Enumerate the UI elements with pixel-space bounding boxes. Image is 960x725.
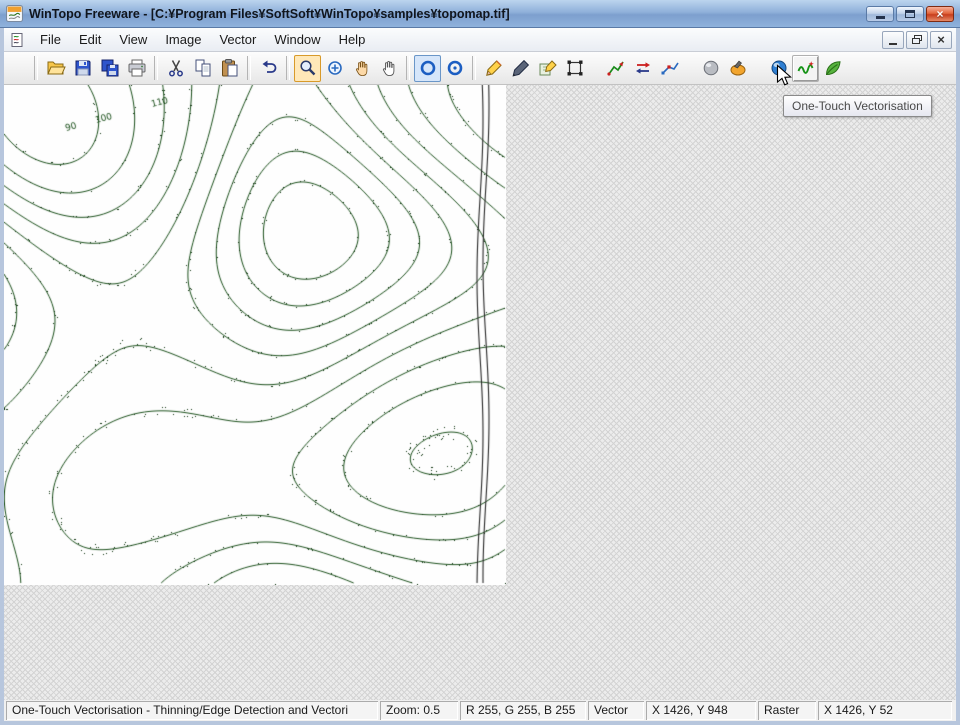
vector-join-button[interactable]: [602, 55, 629, 82]
mdi-restore-button[interactable]: [906, 31, 928, 49]
select-region-icon: [565, 58, 585, 78]
grab-tool-button[interactable]: [375, 55, 402, 82]
vector-node-button[interactable]: [656, 55, 683, 82]
document-icon: [10, 32, 26, 48]
paste-button[interactable]: [216, 55, 243, 82]
toolbar: [4, 52, 956, 85]
mdi-minimize-button[interactable]: [882, 31, 904, 49]
toolbar-separator: [286, 56, 290, 80]
scissors-icon: [166, 58, 186, 78]
one-touch-vectorisation-icon: [796, 58, 816, 78]
vector-result-button[interactable]: [765, 55, 792, 82]
mdi-restore-icon: [912, 35, 922, 44]
menu-item-image[interactable]: Image: [156, 29, 210, 50]
window-controls: ×: [866, 6, 954, 22]
edit-image-button[interactable]: [534, 55, 561, 82]
client-area: [4, 85, 956, 700]
vector-node-icon: [660, 58, 680, 78]
raster-image[interactable]: [4, 85, 506, 585]
maximize-icon: [905, 10, 915, 18]
smooth-button[interactable]: [697, 55, 724, 82]
status-vector-coords: X 1426, Y 948: [646, 701, 756, 720]
minimize-button[interactable]: [866, 6, 894, 22]
grey-sphere-icon: [701, 58, 721, 78]
close-button[interactable]: ×: [926, 6, 954, 22]
cut-button[interactable]: [162, 55, 189, 82]
view-vector-toggle-button[interactable]: [441, 55, 468, 82]
open-folder-icon: [46, 58, 66, 78]
zoom-select-button[interactable]: [321, 55, 348, 82]
pencil-icon: [484, 58, 504, 78]
status-raster-coords: X 1426, Y 52: [818, 701, 952, 720]
mdi-minimize-icon: [889, 43, 897, 45]
zoom-tool-button[interactable]: [294, 55, 321, 82]
blue-globe-icon: [769, 58, 789, 78]
menubar: File Edit View Image Vector Window Help …: [4, 28, 956, 52]
minimize-icon: [876, 16, 885, 19]
grab-hand-icon: [379, 58, 399, 78]
status-zoom: Zoom: 0.5: [380, 701, 458, 720]
menu-item-edit[interactable]: Edit: [70, 29, 110, 50]
pan-hand-icon: [352, 58, 372, 78]
pencil-tool-button[interactable]: [480, 55, 507, 82]
mdi-close-button[interactable]: ×: [930, 31, 952, 49]
app-icon: [6, 5, 23, 22]
menu-item-view[interactable]: View: [110, 29, 156, 50]
undo-button[interactable]: [255, 55, 282, 82]
status-raster-label: Raster: [758, 701, 816, 720]
toolbar-separator: [34, 56, 38, 80]
save-floppy-icon: [73, 58, 93, 78]
undo-arrow-icon: [259, 58, 279, 78]
one-touch-vectorisation-button[interactable]: [792, 55, 819, 82]
tooltip: One-Touch Vectorisation: [783, 95, 932, 117]
wintopo-pro-icon: [823, 58, 843, 78]
vector-join-icon: [606, 58, 626, 78]
save-button[interactable]: [69, 55, 96, 82]
window-title: WinTopo Freeware - [C:¥Program Files¥Sof…: [29, 7, 858, 21]
titlebar: WinTopo Freeware - [C:¥Program Files¥Sof…: [0, 0, 960, 28]
toolbar-separator: [406, 56, 410, 80]
save-all-button[interactable]: [96, 55, 123, 82]
pen-icon: [511, 58, 531, 78]
copy-pages-icon: [193, 58, 213, 78]
vector-lens-icon: [445, 58, 465, 78]
zoom-in-icon: [325, 58, 345, 78]
edit-image-icon: [538, 58, 558, 78]
window-frame: File Edit View Image Vector Window Help …: [0, 28, 960, 725]
maximize-button[interactable]: [896, 6, 924, 22]
select-region-button[interactable]: [561, 55, 588, 82]
toolbar-separator: [247, 56, 251, 80]
view-raster-toggle-button[interactable]: [414, 55, 441, 82]
print-button[interactable]: [123, 55, 150, 82]
vector-reverse-button[interactable]: [629, 55, 656, 82]
statusbar: One-Touch Vectorisation - Thinning/Edge …: [4, 700, 956, 721]
pen-tool-button[interactable]: [507, 55, 534, 82]
wintopo-pro-button[interactable]: [819, 55, 846, 82]
toolbar-separator: [154, 56, 158, 80]
menu-item-vector[interactable]: Vector: [210, 29, 265, 50]
magnifier-icon: [298, 58, 318, 78]
open-button[interactable]: [42, 55, 69, 82]
fill-holes-icon: [728, 58, 748, 78]
pan-tool-button[interactable]: [348, 55, 375, 82]
vector-reverse-icon: [633, 58, 653, 78]
status-rgb: R 255, G 255, B 255: [460, 701, 586, 720]
fill-holes-button[interactable]: [724, 55, 751, 82]
status-message: One-Touch Vectorisation - Thinning/Edge …: [6, 701, 378, 720]
menu-item-file[interactable]: File: [31, 29, 70, 50]
printer-icon: [127, 58, 147, 78]
menu-item-help[interactable]: Help: [330, 29, 375, 50]
clipboard-icon: [220, 58, 240, 78]
toolbar-separator: [472, 56, 476, 80]
copy-button[interactable]: [189, 55, 216, 82]
status-vector-label: Vector: [588, 701, 644, 720]
raster-lens-icon: [418, 58, 438, 78]
save-all-icon: [100, 58, 120, 78]
menu-item-window[interactable]: Window: [265, 29, 329, 50]
